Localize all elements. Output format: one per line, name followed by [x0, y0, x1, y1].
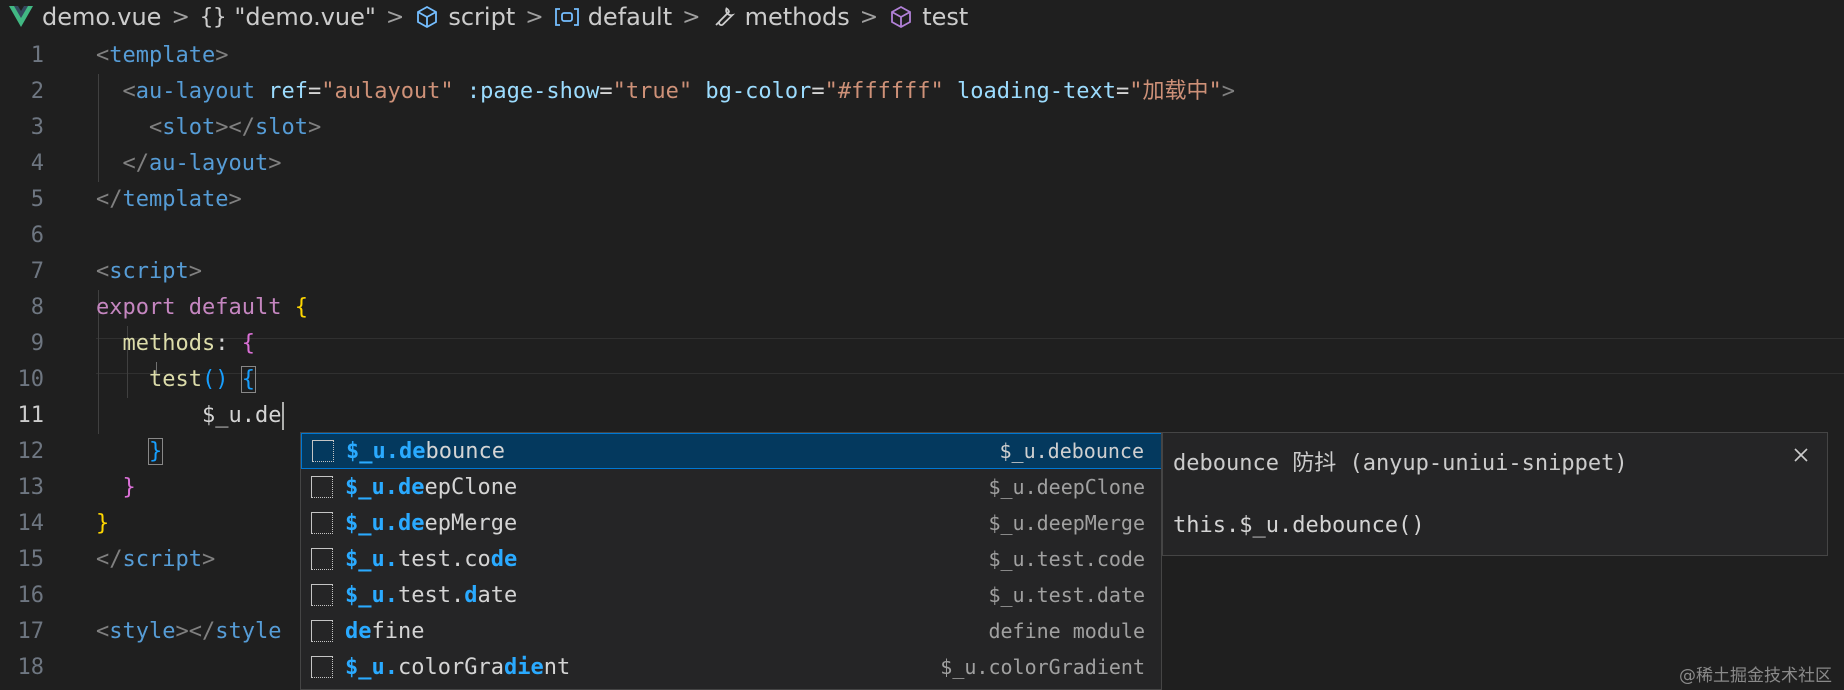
snippet-icon — [311, 476, 333, 498]
wrench-icon — [711, 4, 737, 30]
suggestion-list[interactable]: $_u.debounce $_u.debounce $_u.deepClone … — [300, 432, 1162, 690]
line-number: 10 — [17, 367, 45, 392]
breadcrumb-file-label: demo.vue — [42, 3, 162, 31]
breadcrumb-script[interactable]: script — [414, 3, 515, 31]
breadcrumb-test[interactable]: test — [888, 3, 968, 31]
variable-icon — [554, 4, 580, 30]
line-number: 5 — [30, 187, 44, 212]
snippet-icon — [311, 656, 333, 678]
suggestion-detail: $_u.colorGradient — [940, 655, 1145, 679]
line-number: 4 — [30, 151, 44, 176]
chevron-right-icon: > — [525, 4, 544, 30]
chevron-right-icon: > — [171, 4, 190, 30]
suggestion-item[interactable]: $_u.deepMerge $_u.deepMerge — [301, 505, 1161, 541]
code-line: </au-layout> — [122, 151, 282, 176]
suggestion-item[interactable]: $_u.test.date $_u.test.date — [301, 577, 1161, 613]
code-line-active[interactable]: $_u.de — [96, 398, 285, 434]
chevron-right-icon: > — [682, 4, 701, 30]
suggestion-item[interactable]: $_u.deepClone $_u.deepClone — [301, 469, 1161, 505]
breadcrumb-default[interactable]: default — [554, 3, 672, 31]
breadcrumb-default-label: default — [587, 3, 673, 31]
snippet-icon — [311, 512, 333, 534]
code-line: <template> — [96, 43, 229, 68]
line-number: 18 — [17, 655, 45, 680]
suggestion-detail: $_u.test.code — [988, 547, 1145, 571]
line-number: 16 — [17, 583, 45, 608]
code-line: } — [122, 475, 136, 500]
text-cursor — [282, 402, 285, 430]
current-line-highlight — [96, 338, 1844, 374]
watermark: @稀土掘金技术社区 — [1679, 666, 1832, 686]
suggestion-item[interactable]: define define module — [301, 613, 1161, 649]
braces-icon: {} — [199, 4, 227, 30]
breadcrumb: demo.vue > {} "demo.vue" > script > defa… — [0, 0, 1844, 34]
suggestion-label: $_u.test.date — [345, 582, 518, 608]
suggestion-label: $_u.colorGradient — [345, 654, 571, 680]
chevron-right-icon: > — [385, 4, 405, 30]
suggestion-detail: $_u.debounce — [999, 439, 1145, 463]
code-line: </script> — [96, 547, 216, 572]
snippet-icon — [311, 548, 333, 570]
code-line: <au-layout ref="aulayout" :page-show="tr… — [122, 79, 1236, 104]
code-line: </template> — [96, 187, 242, 212]
snippet-icon — [312, 440, 334, 462]
breadcrumb-methods[interactable]: methods — [711, 3, 850, 31]
suggestion-item[interactable]: $_u.test.code $_u.test.code — [301, 541, 1161, 577]
line-number: 14 — [17, 511, 45, 536]
method-cube-icon — [888, 4, 914, 30]
vue-logo-icon — [8, 4, 34, 30]
chevron-right-icon: > — [859, 4, 879, 30]
code-line: <slot></slot> — [148, 115, 322, 140]
suggestion-detail: $_u.test.date — [988, 583, 1145, 607]
suggestion-detail: $_u.deepClone — [988, 475, 1145, 499]
close-icon[interactable] — [1789, 443, 1813, 467]
details-title: debounce 防抖 (anyup-uniui-snippet) — [1173, 451, 1628, 476]
suggestion-label: define — [345, 618, 425, 644]
code-line: <script> — [96, 259, 202, 284]
cube-icon — [414, 4, 440, 30]
code-line: } — [147, 438, 164, 465]
breadcrumb-file[interactable]: demo.vue — [8, 3, 161, 31]
suggestion-detail: define module — [988, 619, 1145, 643]
suggestion-detail: $_u.deepMerge — [988, 511, 1145, 535]
suggestion-item-selected[interactable]: $_u.debounce $_u.debounce — [301, 433, 1161, 469]
line-number: 2 — [30, 79, 44, 104]
code-line: methods: { — [122, 331, 255, 356]
breadcrumb-json-node[interactable]: {} "demo.vue" — [200, 3, 376, 31]
suggestion-label: $_u.deepClone — [345, 474, 518, 500]
line-number: 8 — [30, 295, 44, 320]
code-line: <style></style — [96, 619, 282, 644]
line-number: 17 — [17, 619, 45, 644]
suggestion-item[interactable]: $_u.colorGradient $_u.colorGradient — [301, 649, 1161, 685]
line-number-active: 11 — [17, 403, 45, 428]
line-number: 15 — [17, 547, 45, 572]
snippet-icon — [311, 620, 333, 642]
suggestion-details-panel: debounce 防抖 (anyup-uniui-snippet) this.$… — [1162, 432, 1828, 556]
line-number: 12 — [17, 439, 45, 464]
breadcrumb-json-label: "demo.vue" — [234, 3, 376, 31]
line-number: 9 — [30, 331, 44, 356]
line-number: 6 — [30, 223, 44, 248]
snippet-icon — [311, 584, 333, 606]
breadcrumb-script-label: script — [448, 3, 516, 31]
details-code: this.$_u.debounce() — [1173, 513, 1425, 538]
code-line: } — [96, 511, 110, 536]
breadcrumb-test-label: test — [922, 3, 969, 31]
line-number: 13 — [17, 475, 45, 500]
line-number: 7 — [30, 259, 44, 284]
suggestion-label: $_u.debounce — [346, 438, 505, 464]
code-line: export default { — [96, 295, 308, 320]
suggestion-label: $_u.deepMerge — [345, 510, 518, 536]
breadcrumb-methods-label: methods — [744, 3, 850, 31]
line-number: 1 — [30, 43, 44, 68]
suggestion-label: $_u.test.code — [345, 546, 518, 572]
code-line: test() { — [148, 366, 256, 393]
line-number: 3 — [30, 115, 44, 140]
